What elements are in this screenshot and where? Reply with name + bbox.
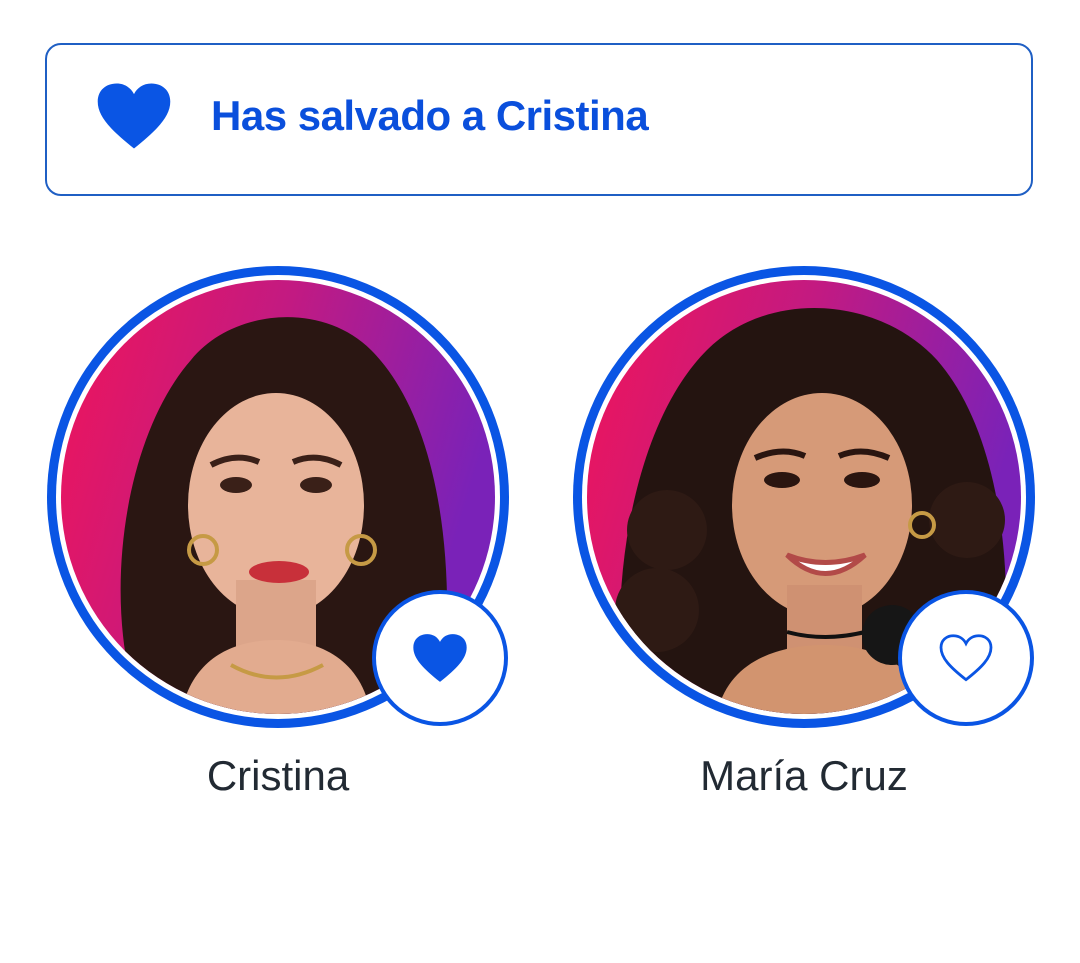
heart-outline-icon: [939, 634, 993, 682]
contestant-name: Cristina: [206, 752, 350, 799]
heart-filled-icon: [97, 83, 171, 149]
contestant-card-cristina[interactable]: Cristina: [47, 266, 509, 826]
contestant-card-maria-cruz[interactable]: María Cruz: [573, 266, 1035, 826]
vote-button-maria-cruz[interactable]: [898, 590, 1034, 726]
heart-filled-icon: [413, 634, 467, 682]
contestant-name: María Cruz: [700, 752, 908, 799]
vote-button-cristina[interactable]: [372, 590, 508, 726]
confirmation-message: Has salvado a Cristina: [211, 92, 649, 139]
